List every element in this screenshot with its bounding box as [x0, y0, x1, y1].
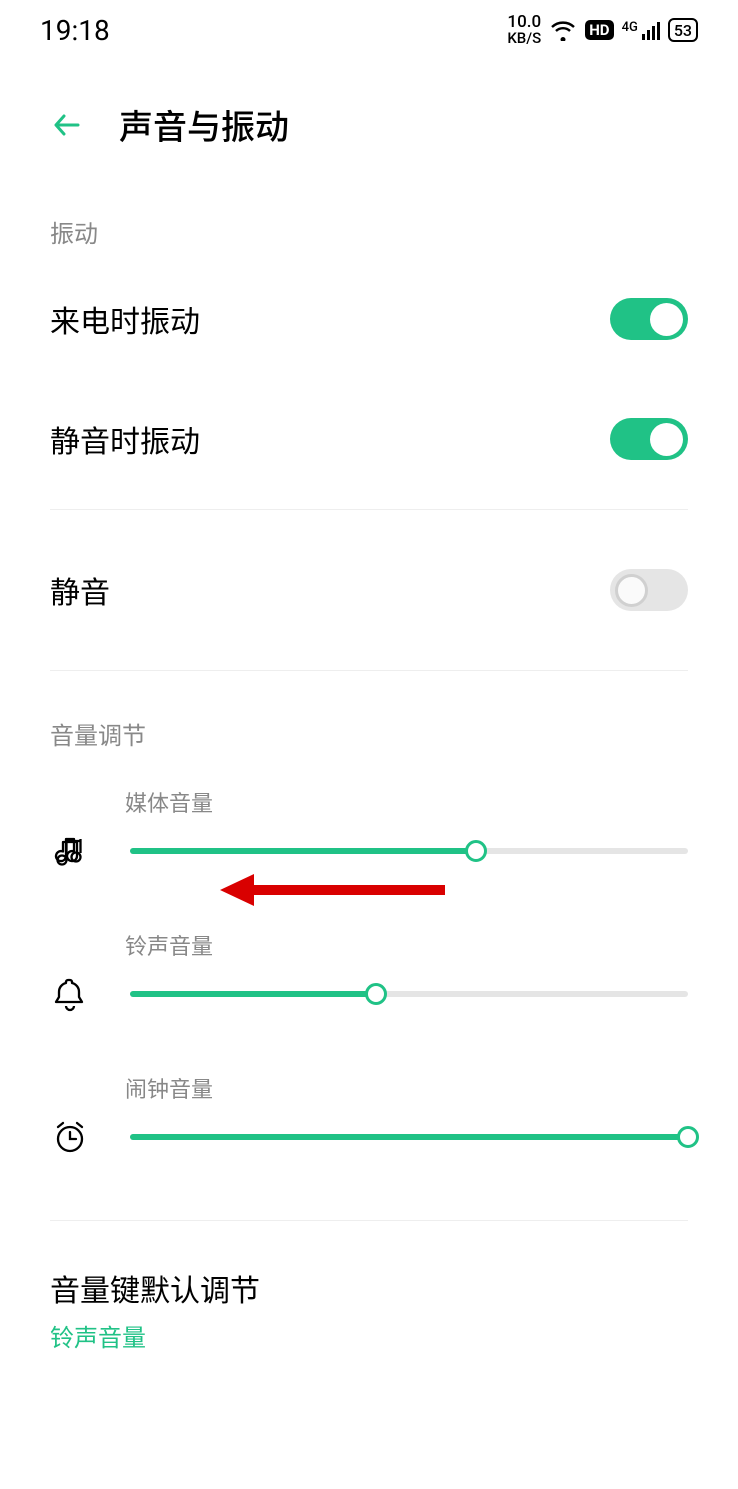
- hd-badge: HD: [585, 20, 613, 40]
- battery-indicator: 53: [668, 18, 698, 42]
- annotation-arrow: [220, 870, 450, 910]
- toggle-mute[interactable]: [610, 569, 688, 611]
- default-key-title: 音量键默认调节: [50, 1266, 688, 1310]
- alarm-clock-icon: [50, 1119, 90, 1155]
- default-key-subtitle: 铃声音量: [50, 1318, 688, 1353]
- page-title: 声音与振动: [119, 100, 289, 149]
- header: 声音与振动: [0, 60, 738, 179]
- toggle-vibrate-on-call[interactable]: [610, 298, 688, 340]
- divider: [50, 670, 688, 671]
- row-label: 静音时振动: [50, 417, 200, 461]
- status-indicators: 10.0 KB/S HD 4G 53: [507, 14, 698, 46]
- signal-icon: 4G: [622, 20, 660, 40]
- section-vibration-label: 振动: [50, 179, 688, 259]
- toggle-vibrate-on-silent[interactable]: [610, 418, 688, 460]
- row-label: 静音: [50, 568, 110, 612]
- row-label: 来电时振动: [50, 297, 200, 341]
- back-arrow-icon[interactable]: [50, 108, 84, 142]
- wifi-icon: [549, 19, 577, 41]
- row-volume-key-default[interactable]: 音量键默认调节 铃声音量: [50, 1231, 688, 1388]
- slider-alarm-track[interactable]: [130, 1134, 688, 1140]
- bell-icon: [50, 976, 90, 1012]
- row-vibrate-on-call[interactable]: 来电时振动: [50, 259, 688, 379]
- slider-alarm-label: 闹钟音量: [125, 1072, 688, 1104]
- section-volume-label: 音量调节: [50, 681, 688, 761]
- status-bar: 19:18 10.0 KB/S HD 4G 53: [0, 0, 738, 60]
- music-note-icon: [50, 833, 90, 869]
- slider-ring-label: 铃声音量: [125, 929, 688, 961]
- row-mute[interactable]: 静音: [50, 520, 688, 660]
- status-time: 19:18: [40, 14, 110, 47]
- row-vibrate-on-silent[interactable]: 静音时振动: [50, 379, 688, 499]
- slider-media-track[interactable]: [130, 848, 688, 854]
- network-speed: 10.0 KB/S: [507, 14, 541, 46]
- divider: [50, 509, 688, 510]
- slider-alarm: 闹钟音量: [50, 1047, 688, 1190]
- slider-media-label: 媒体音量: [125, 786, 688, 818]
- slider-ring-track[interactable]: [130, 991, 688, 997]
- divider: [50, 1220, 688, 1221]
- slider-ring: 铃声音量: [50, 904, 688, 1047]
